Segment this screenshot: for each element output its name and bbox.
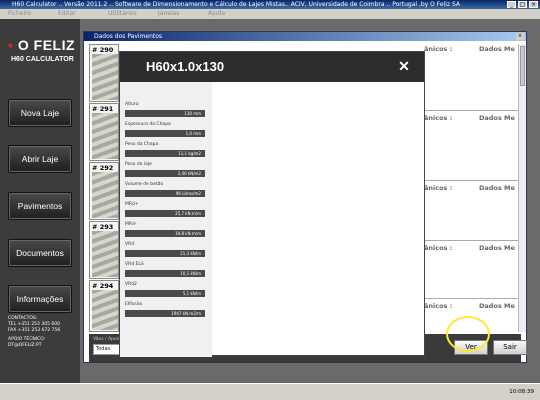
floors-dialog-title: Dados dos Pavimentos	[94, 33, 163, 40]
spec-value: 96 Litros/m2	[125, 190, 205, 197]
spec-value: 5,1 kN/m	[125, 290, 205, 297]
spec-label: VRd	[125, 242, 135, 247]
logo-brand-text: O FELIZ	[17, 37, 76, 53]
floor-number: # 293	[92, 223, 114, 231]
floor-thumbnail[interactable]: # 290	[89, 44, 119, 102]
spec-label: EIfissõo	[125, 302, 143, 307]
results-block: ânicos : Dados Me	[424, 240, 518, 300]
results-header-2: Dados Me	[479, 114, 515, 122]
nav-button-nova-laje[interactable]: Nova Laje	[8, 99, 72, 127]
specs-panel: Altura 130 mm Espessura da Chapa 1,0 mm …	[120, 82, 212, 357]
maximize-button[interactable]: □	[518, 1, 527, 8]
spec-label: Espessura da Chapa	[125, 122, 171, 127]
nav-button-informacoes[interactable]: Informações	[8, 285, 72, 313]
spec-label: MRd-	[125, 222, 137, 227]
menu-item-ajuda[interactable]: Ajuda	[208, 9, 225, 19]
floor-image	[92, 113, 118, 159]
results-header: ânicos :	[424, 45, 453, 53]
floor-image	[92, 54, 118, 100]
floor-results-column: ânicos : Dados Me ânicos : Dados Me ânic…	[424, 44, 518, 332]
results-header-2: Dados Me	[479, 45, 515, 53]
menu-bar: Ficheiro Editar Utilitários Janelas Ajud…	[0, 9, 540, 19]
status-clock: 10:08:39	[509, 389, 534, 395]
spec-label: Peso da laje	[125, 162, 152, 167]
spec-value: 25,7 kN.m/m	[125, 210, 205, 217]
floor-thumbnail[interactable]: # 293	[89, 221, 119, 279]
spec-label: Peso da Chapa	[125, 142, 159, 147]
logo-subtitle: H60 CALCULATOR	[11, 56, 74, 63]
spec-label: VRd2	[125, 282, 137, 287]
dialog-scrollbar[interactable]	[518, 44, 526, 332]
scrollbar-thumb[interactable]	[520, 46, 525, 86]
floors-dialog-title-bar: Dados dos Pavimentos ×	[84, 32, 526, 41]
profile-modal-title: H60x1.0x130	[146, 59, 225, 74]
menu-item-utilitarios[interactable]: Utilitários	[108, 9, 137, 19]
spec-label: Volume de betão	[125, 182, 164, 187]
floor-number: # 292	[92, 164, 114, 172]
contacts-block: CONTACTOS: TEL +351 253 305 600 FAX +351…	[8, 316, 60, 349]
results-header: ânicos :	[424, 244, 453, 252]
results-block: ânicos : Dados Me	[424, 44, 518, 104]
status-bar: 10:08:39	[0, 383, 540, 400]
spec-value: 19,8 kN.m/m	[125, 230, 205, 237]
close-icon[interactable]: ✕	[396, 58, 412, 74]
menu-item-editar[interactable]: Editar	[58, 9, 76, 19]
highlight-circle	[446, 316, 490, 352]
floor-number: # 290	[92, 46, 114, 54]
floor-image	[92, 290, 118, 330]
window-title: H60 Calculator .. Versão 2011.2 .. Softw…	[12, 1, 460, 8]
close-window-button[interactable]: ×	[529, 1, 538, 8]
results-header: ânicos :	[424, 302, 453, 310]
results-header-2: Dados Me	[479, 244, 515, 252]
results-block: ânicos : Dados Me	[424, 180, 518, 240]
spec-label: Altura	[125, 102, 139, 107]
results-block: ânicos : Dados Me	[424, 110, 518, 170]
floor-number: # 294	[92, 282, 114, 290]
spec-label: VRd ELS	[125, 262, 144, 267]
sair-button[interactable]: Sair	[493, 340, 527, 355]
menu-item-janelas[interactable]: Janelas	[158, 9, 179, 19]
results-header: ânicos :	[424, 184, 453, 192]
nav-button-documentos[interactable]: Documentos	[8, 239, 72, 267]
floor-thumbnail[interactable]: # 291	[89, 103, 119, 161]
menu-item-ficheiro[interactable]: Ficheiro	[8, 9, 31, 19]
results-header-2: Dados Me	[479, 302, 515, 310]
profile-modal: H60x1.0x130 ✕ Altura 130 mm Espessura da…	[119, 51, 425, 357]
floor-number: # 291	[92, 105, 114, 113]
floor-image	[92, 172, 118, 218]
spec-value: 130 mm	[125, 110, 205, 117]
window-title-bar: H60 Calculator .. Versão 2011.2 .. Softw…	[0, 0, 540, 9]
nav-button-pavimentos[interactable]: Pavimentos	[8, 192, 72, 220]
logo-mark-icon: ▪	[8, 37, 14, 53]
minimize-button[interactable]: _	[507, 1, 516, 8]
results-header: ânicos :	[424, 114, 453, 122]
floor-thumbnail[interactable]: # 294	[89, 280, 119, 332]
spec-value: 21,3 kN/m	[125, 250, 205, 257]
spec-value: 1,0 mm	[125, 130, 205, 137]
support-email[interactable]: DT@OFELIZ.PT	[8, 343, 60, 349]
spec-value: 2,46 kN/m2	[125, 170, 205, 177]
results-header-2: Dados Me	[479, 184, 515, 192]
spec-label: MRd+	[125, 202, 139, 207]
spec-value: 11,1 kg/m2	[125, 150, 205, 157]
spec-value: 1947 kN.m2/m	[125, 310, 205, 317]
floors-dialog-close-button[interactable]: ×	[516, 33, 524, 40]
nav-button-abrir-laje[interactable]: Abrir Laje	[8, 145, 72, 173]
floor-thumbnail[interactable]: # 292	[89, 162, 119, 220]
profile-modal-header: H60x1.0x130 ✕	[120, 52, 424, 82]
contacts-fax: FAX +351 253 672 756	[8, 328, 61, 333]
brand-logo: ▪ O FELIZ H60 CALCULATOR	[8, 37, 76, 69]
sidebar: ▪ O FELIZ H60 CALCULATOR Nova Laje Abrir…	[0, 19, 80, 383]
floor-image	[92, 231, 118, 277]
spec-value: 10,1 kN/m	[125, 270, 205, 277]
floor-thumbnail-list[interactable]: # 290 # 291 # 292 # 293 # 294	[89, 44, 119, 332]
